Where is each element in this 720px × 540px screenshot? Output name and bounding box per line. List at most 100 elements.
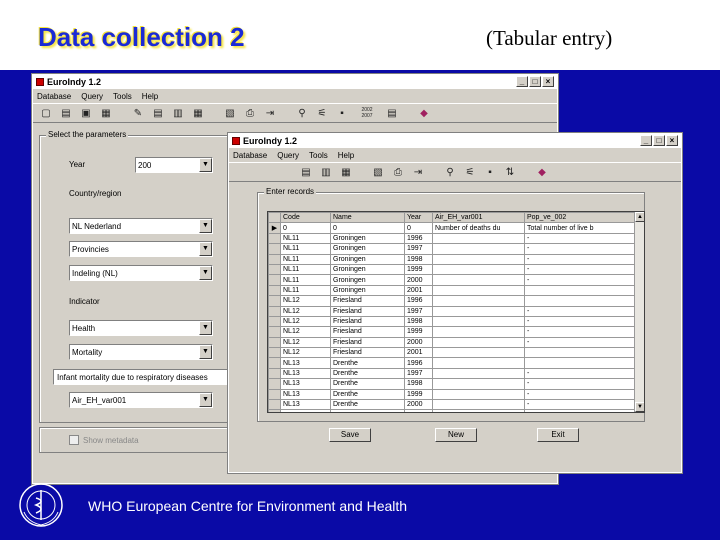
table-cell[interactable]: - — [524, 367, 637, 380]
chevron-down-icon[interactable]: ▼ — [199, 345, 212, 359]
chevron-down-icon[interactable]: ▼ — [199, 266, 212, 280]
table-cell[interactable]: NL12 — [280, 347, 331, 359]
table-cell[interactable] — [432, 367, 525, 380]
table-row[interactable]: NL13 Drenthe 1997 - — [268, 367, 637, 380]
table-cell[interactable]: 1998 — [404, 315, 433, 328]
table-cell[interactable]: NL11 — [280, 253, 331, 265]
table-row[interactable]: ▶ 0 0 0 Number of deaths du Total number of l… — [268, 222, 637, 234]
table-cell[interactable]: NL12 — [280, 326, 331, 338]
row-selector[interactable] — [268, 326, 281, 338]
table-row[interactable]: NL13 Drenthe 1999 - — [268, 388, 637, 401]
table-cell[interactable]: NL12 — [280, 336, 331, 349]
table-cell[interactable]: 2001 — [404, 409, 433, 412]
book-icon[interactable]: ◆ — [417, 106, 431, 120]
table-cell[interactable] — [432, 326, 525, 338]
menu-help[interactable]: Help — [142, 92, 158, 101]
row-selector[interactable] — [268, 295, 281, 307]
maximize-button[interactable]: □ — [653, 135, 665, 146]
table-row[interactable]: NL12 Friesland 2000 - — [268, 336, 637, 349]
row-selector[interactable] — [268, 388, 281, 401]
table-icon[interactable]: ▤ — [151, 106, 165, 120]
table-cell[interactable]: NL11 — [280, 243, 331, 255]
save-icon[interactable]: ▣ — [79, 106, 93, 120]
table-cell[interactable] — [524, 357, 637, 369]
column-header[interactable]: Name — [330, 212, 405, 224]
table-cell[interactable] — [432, 295, 525, 307]
table-cell[interactable]: Groningen — [330, 263, 405, 276]
layout-icon[interactable]: ▧ — [371, 165, 385, 179]
row-selector[interactable] — [268, 305, 281, 317]
table-cell[interactable] — [432, 253, 525, 265]
table-cell[interactable]: Friesland — [330, 336, 405, 349]
chevron-down-icon[interactable]: ▼ — [199, 219, 212, 233]
table-cell[interactable]: NL13 — [280, 388, 331, 401]
table-cell[interactable]: 2001 — [404, 284, 433, 297]
table-cell[interactable]: 2000 — [404, 399, 433, 411]
table-cell[interactable] — [432, 315, 525, 328]
scroll-down-icon[interactable]: ▼ — [635, 402, 644, 412]
health-select[interactable]: Health ▼ — [69, 320, 213, 336]
table-row[interactable]: NL11 Groningen 2000 - — [268, 274, 637, 286]
table-row[interactable]: NL12 Friesland 1998 - — [268, 315, 637, 328]
row-selector[interactable] — [268, 284, 281, 297]
print-icon[interactable]: ⎙ — [243, 106, 257, 120]
table-cell[interactable]: 2001 — [404, 347, 433, 359]
table-cell[interactable]: 1999 — [404, 388, 433, 401]
table-cell[interactable] — [432, 305, 525, 317]
table-cell[interactable] — [432, 336, 525, 349]
chevron-down-icon[interactable]: ▼ — [199, 321, 212, 335]
table-cell[interactable]: 1998 — [404, 378, 433, 390]
table-cell[interactable]: - — [524, 315, 637, 328]
table-cell[interactable]: NL13 — [280, 409, 331, 412]
table-cell[interactable]: 0 — [280, 222, 331, 234]
table-cell[interactable]: 1999 — [404, 263, 433, 276]
table-cell[interactable] — [432, 284, 525, 297]
table-cell[interactable]: NL12 — [280, 305, 331, 317]
export-icon[interactable]: ⇥ — [263, 106, 277, 120]
menu-tools[interactable]: Tools — [113, 92, 132, 101]
new-icon[interactable]: ▢ — [39, 106, 53, 120]
table-cell[interactable]: Number of deaths du — [432, 222, 525, 234]
table-cell[interactable]: Groningen — [330, 274, 405, 286]
menu-tools[interactable]: Tools — [309, 151, 328, 160]
table-cell[interactable]: NL13 — [280, 399, 331, 411]
minimize-button[interactable]: _ — [516, 76, 528, 87]
window-titlebar[interactable]: EuroIndy 1.2 _ □ × — [229, 134, 681, 148]
level-select[interactable]: Provincies ▼ — [69, 241, 213, 257]
menu-help[interactable]: Help — [338, 151, 354, 160]
table-cell[interactable]: - — [524, 388, 637, 401]
column-header[interactable]: Air_EH_var001 — [432, 212, 525, 224]
scroll-up-icon[interactable]: ▲ — [635, 212, 644, 222]
table-cell[interactable]: 1997 — [404, 305, 433, 317]
records-grid[interactable]: Code Name Year Air_EH_var001 Pop_ve_002 … — [267, 211, 645, 413]
print-icon[interactable]: ⎙ — [391, 165, 405, 179]
checkbox-box[interactable] — [69, 435, 79, 445]
column-header[interactable]: Year — [404, 212, 433, 224]
table-cell[interactable]: Drenthe — [330, 367, 405, 380]
maximize-button[interactable]: □ — [529, 76, 541, 87]
minimize-button[interactable]: _ — [640, 135, 652, 146]
table-cell[interactable]: NL13 — [280, 378, 331, 390]
table-cell[interactable]: 0 — [330, 222, 405, 234]
table-cell[interactable]: NL11 — [280, 284, 331, 297]
variable-select[interactable]: Air_EH_var001 ▼ — [69, 392, 213, 408]
table-cell[interactable]: Friesland — [330, 347, 405, 359]
table-row[interactable]: NL13 Drenthe 2000 - — [268, 399, 637, 411]
table-cell[interactable]: Friesland — [330, 315, 405, 328]
sort-icon[interactable]: ⇅ — [503, 165, 517, 179]
close-button[interactable]: × — [666, 135, 678, 146]
table-cell[interactable]: NL13 — [280, 357, 331, 369]
table-cell[interactable]: 1999 — [404, 326, 433, 338]
table-cell[interactable]: 1996 — [404, 295, 433, 307]
table-cell[interactable]: Friesland — [330, 295, 405, 307]
row-selector[interactable] — [268, 315, 281, 328]
menu-database[interactable]: Database — [37, 92, 71, 101]
table-cell[interactable]: NL12 — [280, 295, 331, 307]
column-header[interactable]: Code — [280, 212, 331, 224]
table-cell[interactable] — [432, 357, 525, 369]
table-row[interactable]: NL12 Friesland 1999 - — [268, 326, 637, 338]
table-cell[interactable]: Groningen — [330, 232, 405, 245]
table-cell[interactable] — [432, 409, 525, 412]
layout-icon[interactable]: ▧ — [223, 106, 237, 120]
table-cell[interactable]: - — [524, 274, 637, 286]
